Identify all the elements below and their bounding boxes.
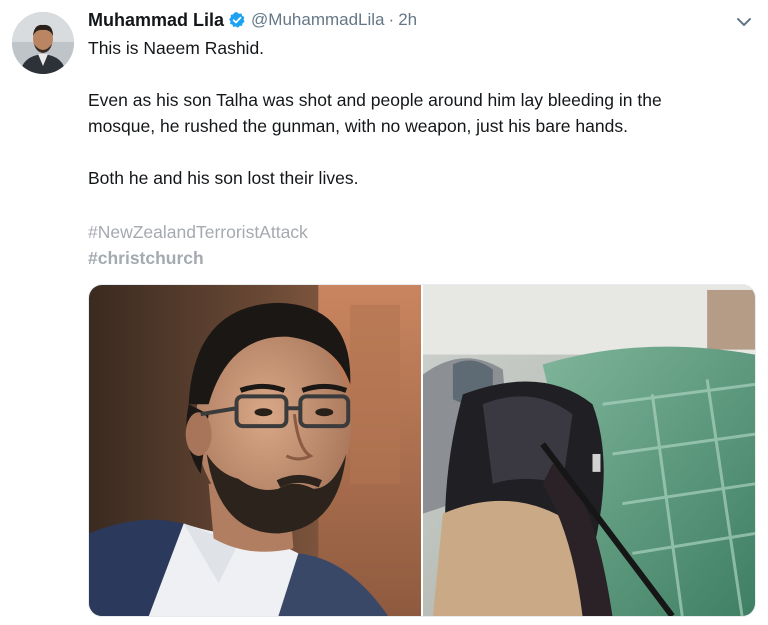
author-display-name[interactable]: Muhammad Lila <box>88 10 224 31</box>
tweet-header: Muhammad Lila @MuhammadLila · 2h <box>88 8 417 32</box>
author-handle[interactable]: @MuhammadLila <box>251 10 384 30</box>
media-grid <box>88 284 756 617</box>
separator-dot: · <box>388 10 395 29</box>
tweet-text-paragraph-3: Both he and his son lost their lives. <box>88 168 359 188</box>
tweet-timestamp[interactable]: 2h <box>398 10 417 30</box>
tweet-text-paragraph-2-line-1: Even as his son Talha was shot and peopl… <box>88 90 662 110</box>
tweet-text-paragraph-2-line-2: mosque, he rushed the gunman, with no we… <box>88 116 628 136</box>
portrait-photo[interactable] <box>89 285 421 616</box>
hashtag-list: #NewZealandTerroristAttack #christchurch <box>88 219 308 271</box>
tweet: Muhammad Lila @MuhammadLila · 2h This is… <box>0 0 768 625</box>
chevron-down-icon[interactable] <box>734 12 754 32</box>
author-avatar[interactable] <box>12 12 74 74</box>
tweet-text: This is Naeem Rashid. Even as his son Ta… <box>88 35 738 191</box>
verified-badge-icon <box>228 11 246 29</box>
hashtag-link-newzealandterroristattack[interactable]: #NewZealandTerroristAttack <box>88 219 308 245</box>
hashtag-link-christchurch[interactable]: #christchurch <box>88 245 308 271</box>
video-still-photo[interactable] <box>423 285 755 616</box>
tweet-text-paragraph-1: This is Naeem Rashid. <box>88 38 265 58</box>
